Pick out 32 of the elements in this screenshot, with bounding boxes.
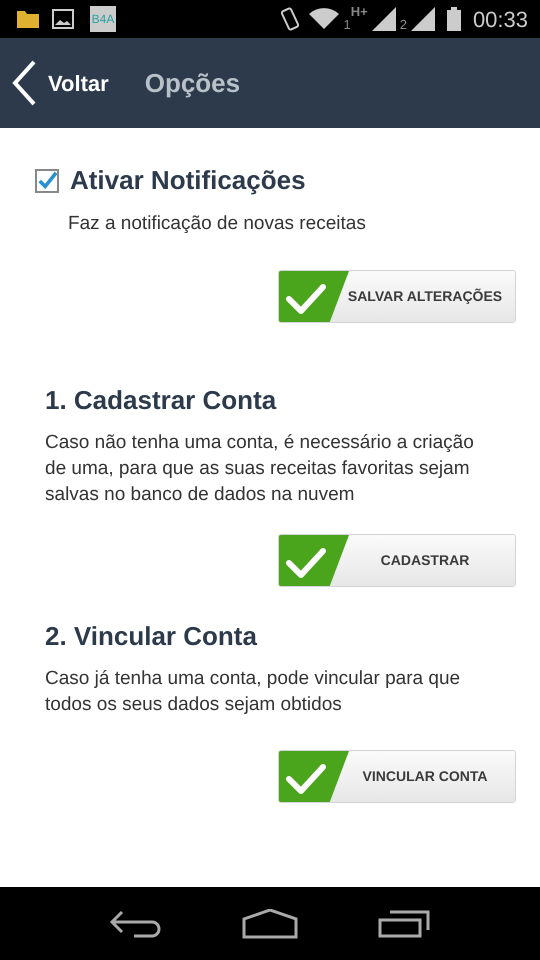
phone-vibrate-icon: [279, 7, 302, 31]
action-button[interactable]: CADASTRAR: [278, 534, 516, 586]
section-description: Caso não tenha uma conta, é necessário a criação de uma, para que as suas receitas favoritas sejam salvas no banco de dados na nuvem: [45, 430, 475, 506]
checkbox[interactable]: [35, 168, 59, 192]
section-title: 1. Cadastrar Conta: [45, 384, 278, 416]
battery-icon: [446, 7, 461, 31]
signal-icon: [410, 7, 435, 31]
checkbox-label: Ativar Notificações: [70, 164, 306, 197]
signal-icon: [372, 7, 396, 31]
image-icon: [52, 9, 74, 29]
home-icon[interactable]: [242, 908, 298, 938]
check-icon: [279, 534, 349, 586]
action-button[interactable]: VINCULAR CONTA: [278, 750, 516, 802]
network-type: H+: [350, 3, 368, 21]
check-icon: [37, 170, 57, 192]
back-icon[interactable]: [110, 910, 162, 938]
section-description: Caso já tenha uma conta, pode vincular para que todos os seus dados sejam obtidos: [45, 666, 462, 716]
back-button[interactable]: Voltar: [12, 60, 109, 106]
folder-icon: [16, 8, 40, 30]
recent-apps-icon[interactable]: [378, 910, 430, 938]
check-icon: [279, 750, 349, 802]
check-icon: [279, 270, 349, 322]
page-title: Opções: [144, 66, 240, 100]
section-title: 2. Vincular Conta: [45, 620, 258, 652]
app-icon: B4A: [90, 6, 116, 32]
action-button[interactable]: SALVAR ALTERAÇÕES: [278, 270, 516, 322]
checkbox-description: Faz a notificação de novas receitas: [68, 212, 367, 236]
sim-number: 1: [343, 16, 351, 34]
sim-number: 2: [400, 16, 407, 34]
chevron-left-icon: [12, 60, 36, 106]
clock: 00:33: [472, 6, 528, 34]
wifi-icon: [309, 8, 340, 30]
